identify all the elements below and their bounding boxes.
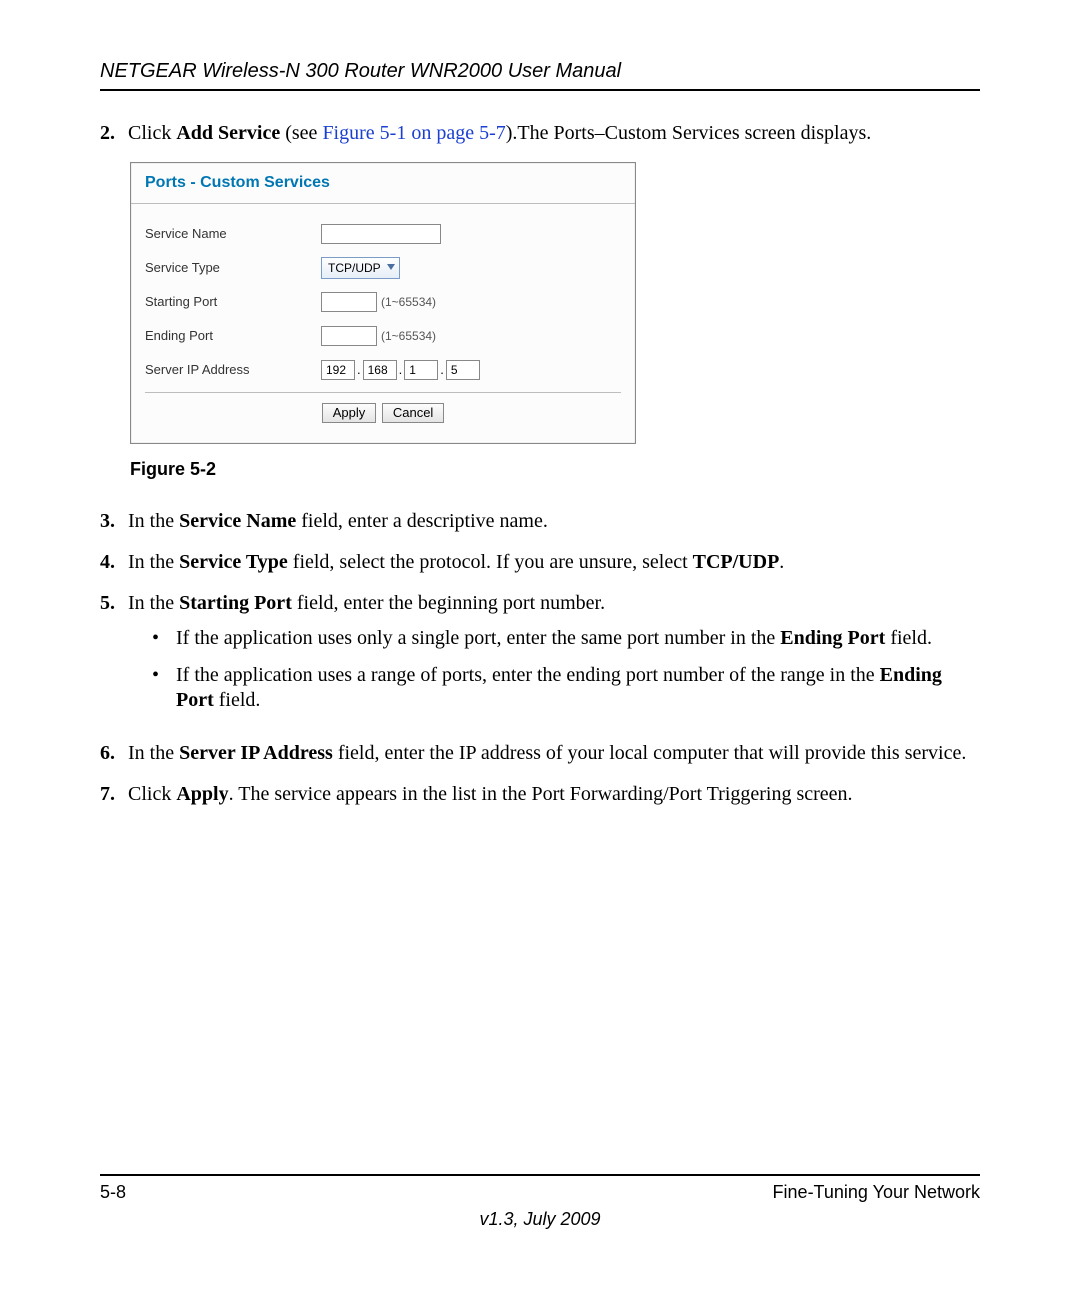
- text: .: [779, 551, 784, 573]
- text: field, select the protocol. If you are u…: [288, 551, 693, 573]
- text: ).The Ports–Custom Services screen displ…: [506, 122, 872, 144]
- text: In the: [128, 551, 179, 573]
- figure-xref-link[interactable]: Figure 5-1 on page 5-7: [322, 122, 505, 144]
- server-ip-group: 192. 168. 1. 5: [321, 360, 480, 380]
- step-5: 5. In the Starting Port field, enter the…: [100, 591, 980, 725]
- text: field.: [885, 627, 932, 649]
- step-body: In the Service Type field, select the pr…: [128, 550, 980, 575]
- footer-rule: [100, 1174, 980, 1176]
- bold: Apply: [176, 783, 228, 805]
- step-number: 4.: [100, 550, 128, 575]
- figure-caption: Figure 5-2: [130, 458, 980, 481]
- bullet-body: If the application uses only a single po…: [176, 626, 980, 651]
- text: field, enter a descriptive name.: [296, 510, 548, 532]
- text: (see: [280, 122, 322, 144]
- step-3: 3. In the Service Name field, enter a de…: [100, 509, 980, 534]
- ports-custom-services-panel: Ports - Custom Services Service Name Ser…: [130, 162, 636, 444]
- step-2: 2. Click Add Service (see Figure 5-1 on …: [100, 121, 980, 146]
- label-service-name: Service Name: [145, 226, 321, 242]
- text: In the: [128, 742, 179, 764]
- divider: [145, 392, 621, 393]
- label-service-type: Service Type: [145, 260, 321, 276]
- figure-5-2-screenshot: Ports - Custom Services Service Name Ser…: [130, 162, 980, 444]
- port-range-hint: (1~65534): [381, 295, 436, 310]
- step-body: Click Apply. The service appears in the …: [128, 782, 980, 807]
- bullet-item: • If the application uses a range of por…: [152, 663, 980, 713]
- page-number: 5-8: [100, 1182, 126, 1203]
- step-number: 3.: [100, 509, 128, 534]
- step-body: In the Server IP Address field, enter th…: [128, 741, 980, 766]
- text: In the: [128, 592, 179, 614]
- step-body: In the Service Name field, enter a descr…: [128, 509, 980, 534]
- bullet-icon: •: [152, 626, 176, 651]
- bold: Starting Port: [179, 592, 292, 614]
- step-body: In the Starting Port field, enter the be…: [128, 591, 980, 725]
- bold: Server IP Address: [179, 742, 333, 764]
- bold: Add Service: [176, 122, 280, 144]
- dot-icon: .: [355, 362, 363, 378]
- panel-title: Ports - Custom Services: [131, 163, 635, 204]
- step-7: 7. Click Apply. The service appears in t…: [100, 782, 980, 807]
- dot-icon: .: [397, 362, 405, 378]
- cancel-button[interactable]: Cancel: [382, 403, 444, 423]
- text: . The service appears in the list in the…: [229, 783, 853, 805]
- service-name-input[interactable]: [321, 224, 441, 244]
- label-ending-port: Ending Port: [145, 328, 321, 344]
- step-4: 4. In the Service Type field, select the…: [100, 550, 980, 575]
- step-6: 6. In the Server IP Address field, enter…: [100, 741, 980, 766]
- step-body: Click Add Service (see Figure 5-1 on pag…: [128, 121, 980, 146]
- service-type-select[interactable]: TCP/UDP: [321, 257, 400, 279]
- step-number: 7.: [100, 782, 128, 807]
- ip-octet-3[interactable]: 1: [404, 360, 438, 380]
- bullet-body: If the application uses a range of ports…: [176, 663, 980, 713]
- text: Click: [128, 783, 176, 805]
- step-number: 5.: [100, 591, 128, 725]
- text: Click: [128, 122, 176, 144]
- page-content: 2. Click Add Service (see Figure 5-1 on …: [100, 121, 980, 1154]
- ip-octet-1[interactable]: 192: [321, 360, 355, 380]
- ending-port-input[interactable]: [321, 326, 377, 346]
- text: field, enter the beginning port number.: [292, 592, 605, 614]
- port-range-hint: (1~65534): [381, 329, 436, 344]
- starting-port-input[interactable]: [321, 292, 377, 312]
- bold: Service Type: [179, 551, 288, 573]
- section-title: Fine-Tuning Your Network: [773, 1182, 980, 1203]
- text: field.: [214, 689, 261, 711]
- bullet-icon: •: [152, 663, 176, 713]
- doc-version: v1.3, July 2009: [100, 1209, 980, 1230]
- text: If the application uses only a single po…: [176, 627, 780, 649]
- step-number: 2.: [100, 121, 128, 146]
- bold: Service Name: [179, 510, 296, 532]
- apply-button[interactable]: Apply: [322, 403, 377, 423]
- step-number: 6.: [100, 741, 128, 766]
- bullet-item: • If the application uses only a single …: [152, 626, 980, 651]
- bold: TCP/UDP: [693, 551, 780, 573]
- page-header: NETGEAR Wireless-N 300 Router WNR2000 Us…: [100, 60, 980, 91]
- text: In the: [128, 510, 179, 532]
- text: field, enter the IP address of your loca…: [333, 742, 967, 764]
- ip-octet-2[interactable]: 168: [363, 360, 397, 380]
- label-starting-port: Starting Port: [145, 294, 321, 310]
- bold: Ending Port: [780, 627, 885, 649]
- label-server-ip: Server IP Address: [145, 362, 321, 378]
- ip-octet-4[interactable]: 5: [446, 360, 480, 380]
- dot-icon: .: [438, 362, 446, 378]
- page-footer: 5-8 Fine-Tuning Your Network v1.3, July …: [100, 1174, 980, 1230]
- text: If the application uses a range of ports…: [176, 664, 880, 686]
